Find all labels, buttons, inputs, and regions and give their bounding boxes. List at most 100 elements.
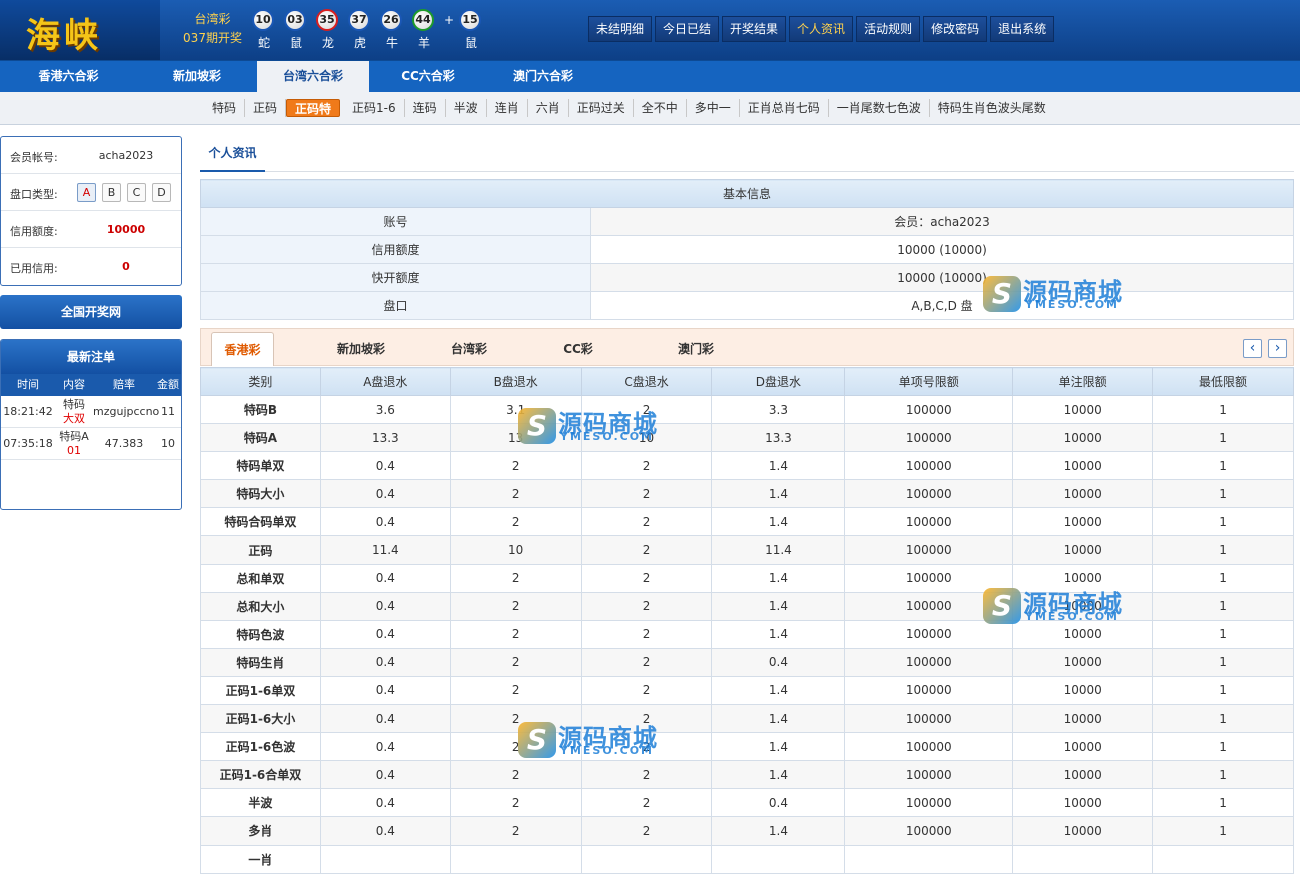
col-amount: 金额 [157, 378, 179, 391]
top-nav-button[interactable]: 退出系统 [990, 16, 1055, 42]
limits-row: 总和大小 0.4 2 2 1.4 100000 10000 1 [200, 591, 1294, 621]
ball-number: 26 [380, 9, 402, 31]
limits-cell: 1 [1152, 760, 1294, 790]
member-account-row: 会员帐号: acha2023 [1, 137, 181, 174]
limits-cell: 10000 [1012, 788, 1154, 818]
issue-number: 037期开奖 [183, 31, 242, 45]
limits-cell: 1 [1152, 647, 1294, 677]
pan-button[interactable]: D [152, 183, 171, 202]
top-nav-button[interactable]: 个人资讯 [789, 16, 854, 42]
limits-cell: 0.4 [711, 647, 846, 677]
pan-button[interactable]: B [102, 183, 121, 202]
game-tab[interactable]: 台湾彩 [431, 329, 507, 365]
basic-info-row: 快开额度 10000 (10000) [200, 263, 1294, 292]
lottery-tab[interactable]: 新加坡彩 [137, 61, 257, 93]
limits-row: 特码合码单双 0.4 2 2 1.4 100000 10000 1 [200, 507, 1294, 537]
limits-row: 正码1-6色波 0.4 2 2 1.4 100000 10000 1 [200, 732, 1294, 762]
basic-info-title: 基本信息 [200, 179, 1294, 208]
next-arrow-icon[interactable]: › [1268, 339, 1287, 358]
bet-selection: 大双 [63, 411, 85, 425]
limits-row: 正码 11.4 10 2 11.4 100000 10000 1 [200, 535, 1294, 565]
credit-value: 10000 [106, 223, 146, 236]
limits-cell: 2 [449, 675, 582, 706]
limits-header-cell: 单项号限额 [844, 367, 1014, 396]
plus-sign: + [444, 13, 455, 27]
limits-cell: 100000 [844, 535, 1014, 565]
limits-cell: 2 [580, 732, 713, 762]
limits-cell: 10 [449, 535, 582, 565]
recent-bets-panel: 最新注单 时间 内容 赔率 金额 18:21:42 特码 大双 mzgujpccno 1… [0, 339, 182, 510]
limits-header-cell: B盘退水 [449, 367, 582, 396]
bet-play: 特码 [63, 397, 85, 411]
game-tab[interactable]: 香港彩 [211, 332, 274, 366]
limits-cell: 10000 [1012, 535, 1154, 565]
limits-cell: 100000 [844, 760, 1014, 790]
prev-arrow-icon[interactable]: ‹ [1243, 339, 1262, 358]
pan-button[interactable]: A [77, 183, 96, 202]
limits-cell: 10000 [1012, 732, 1154, 762]
play-type-item[interactable]: 多中一 [687, 99, 740, 117]
limits-cell: 3.1 [449, 394, 582, 425]
play-type-item[interactable]: 全不中 [634, 99, 687, 117]
limits-row: 正码1-6单双 0.4 2 2 1.4 100000 10000 1 [200, 675, 1294, 706]
play-type-item[interactable]: 正肖总肖七码 [740, 99, 829, 117]
site-logo: 海峡 [0, 0, 160, 60]
lottery-tab[interactable]: 台湾六合彩 [257, 61, 369, 93]
pan-button[interactable]: C [127, 183, 146, 202]
limits-cell: 2 [580, 591, 713, 621]
limits-cell: 0.4 [319, 675, 451, 706]
limits-cell: 100000 [844, 647, 1014, 677]
limits-cell: 2 [580, 619, 713, 649]
play-type-item[interactable]: 连码 [405, 99, 446, 117]
limits-cell: 1 [1152, 732, 1294, 762]
recent-bet-row: 18:21:42 特码 大双 mzgujpccno 11 [1, 396, 181, 428]
limits-row: 特码生肖 0.4 2 2 0.4 100000 10000 1 [200, 647, 1294, 677]
limits-header-cell: C盘退水 [580, 367, 713, 396]
play-type-item[interactable]: 六肖 [528, 99, 569, 117]
top-nav-button[interactable]: 未结明细 [588, 16, 653, 42]
tab-personal-info[interactable]: 个人资讯 [200, 138, 265, 172]
limits-cell: 0.4 [319, 563, 451, 593]
play-type-item[interactable]: 正码1-6 [344, 99, 405, 117]
basic-info-row: 账号 会员：acha2023 [200, 207, 1294, 236]
basic-info-label: 快开额度 [200, 263, 591, 292]
play-type-item[interactable]: 连肖 [487, 99, 528, 117]
play-type-item[interactable]: 特码 [204, 99, 246, 117]
top-nav-button[interactable]: 修改密码 [923, 16, 988, 42]
play-type-item[interactable]: 一肖尾数七色波 [829, 99, 930, 117]
limits-row: 半波 0.4 2 2 0.4 100000 10000 1 [200, 788, 1294, 818]
limits-cell: 10 [580, 423, 713, 453]
national-draw-button[interactable]: 全国开奖网 [0, 295, 182, 329]
limits-cell: 100000 [844, 563, 1014, 593]
limits-row: 正码1-6合单双 0.4 2 2 1.4 100000 10000 1 [200, 760, 1294, 790]
lottery-tab[interactable]: 澳门六合彩 [487, 61, 599, 93]
limits-category: 特码单双 [200, 451, 321, 481]
logo-text: 海峡 [26, 16, 102, 56]
play-type-item[interactable]: 特码生肖色波头尾数 [930, 99, 1054, 117]
draw-ball: 10 蛇 [252, 9, 276, 51]
limits-cell: 2 [449, 816, 582, 846]
top-nav-button[interactable]: 今日已结 [655, 16, 720, 42]
top-nav-button[interactable]: 开奖结果 [722, 16, 787, 42]
limits-cell: 2 [580, 451, 713, 481]
play-type-item[interactable]: 半波 [446, 99, 487, 117]
lottery-tab[interactable]: 香港六合彩 [0, 61, 137, 93]
limits-cell: 100000 [844, 732, 1014, 762]
play-type-item[interactable]: 正码过关 [569, 99, 634, 117]
game-tab[interactable]: 新加坡彩 [321, 329, 401, 365]
limits-row: 特码A 13.3 13 10 13.3 100000 10000 1 [200, 423, 1294, 453]
play-type-item[interactable]: 正码特 [286, 99, 341, 117]
limits-cell: 100000 [844, 394, 1014, 425]
bet-amount: 10 [161, 437, 175, 450]
game-tab[interactable]: 澳门彩 [655, 329, 737, 365]
limits-cell: 1 [1152, 675, 1294, 706]
recent-bets-header: 时间 内容 赔率 金额 [1, 374, 181, 396]
lottery-tab[interactable]: CC六合彩 [369, 61, 487, 93]
limits-cell: 2 [580, 760, 713, 790]
limits-cell: 10000 [1012, 704, 1154, 734]
game-tab[interactable]: CC彩 [541, 329, 615, 365]
limits-cell: 1 [1152, 479, 1294, 509]
limits-cell: 2 [580, 704, 713, 734]
top-nav-button[interactable]: 活动规则 [856, 16, 921, 42]
play-type-item[interactable]: 正码 [245, 99, 287, 117]
